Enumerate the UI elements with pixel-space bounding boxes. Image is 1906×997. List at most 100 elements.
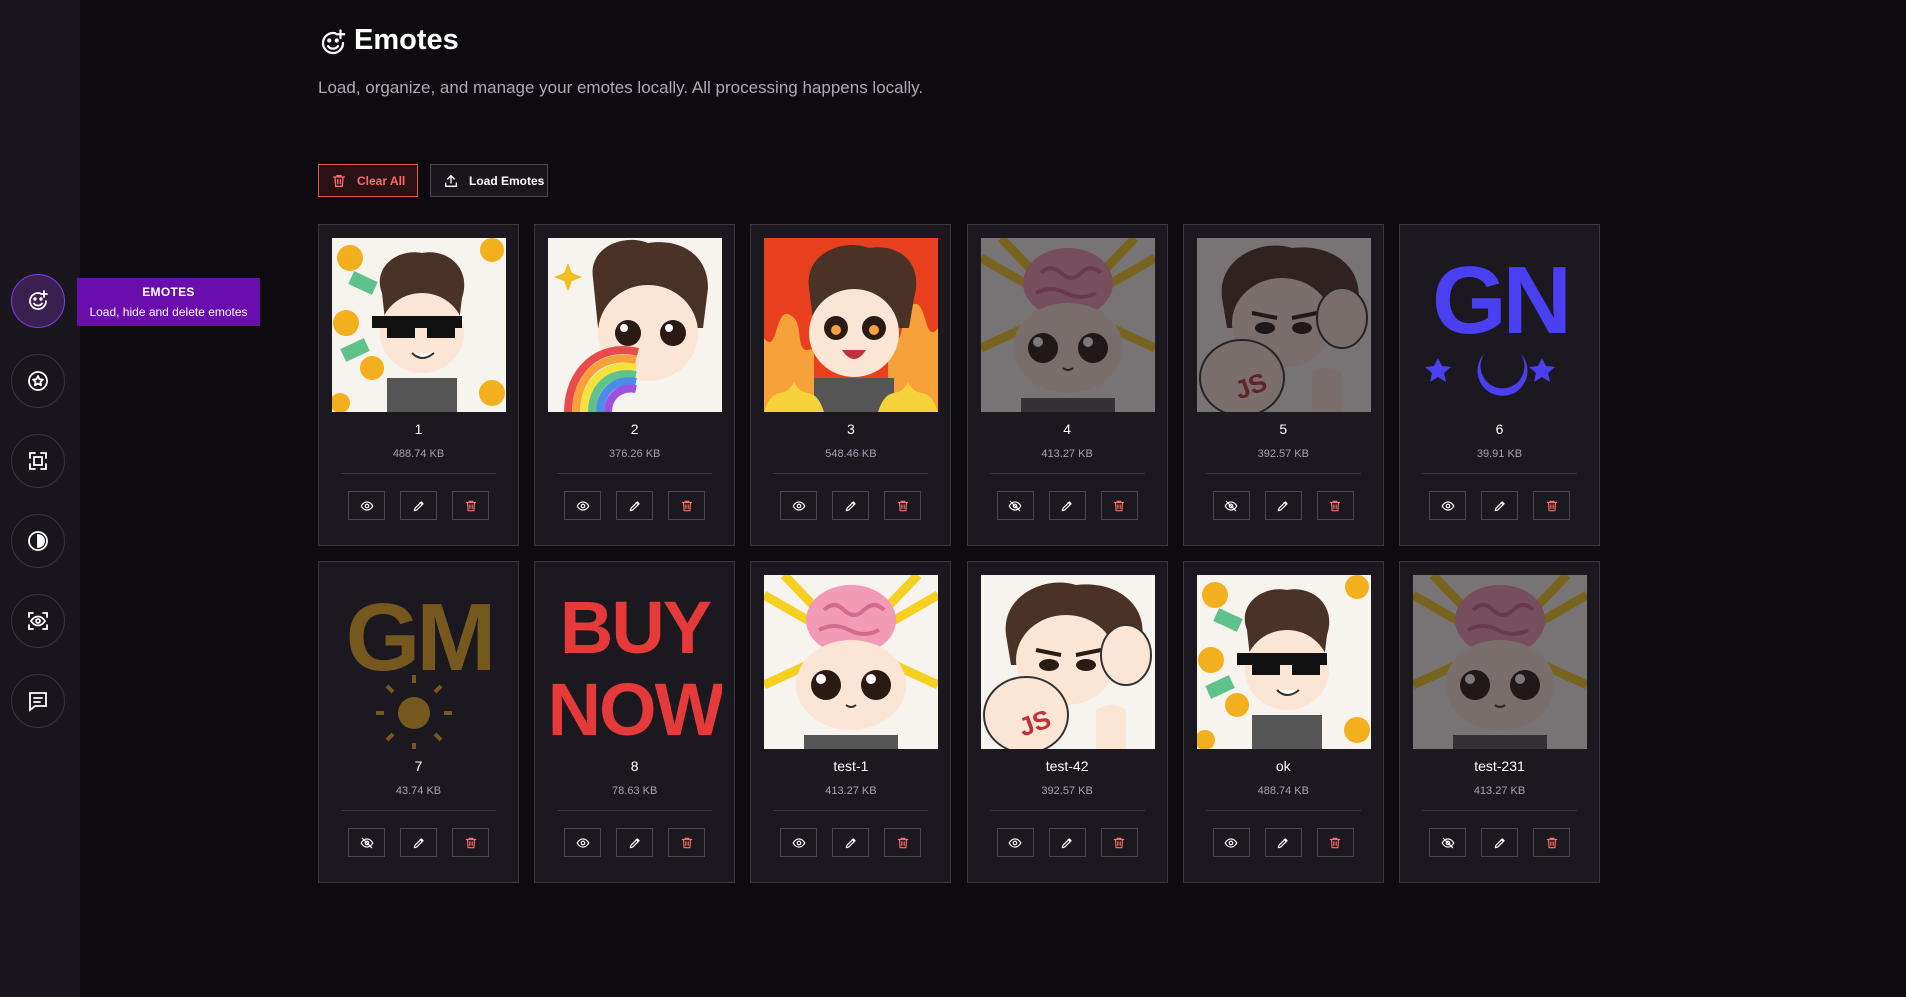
card-actions bbox=[319, 828, 518, 857]
edit-button[interactable] bbox=[616, 828, 654, 857]
delete-button[interactable] bbox=[668, 828, 706, 857]
delete-button[interactable] bbox=[884, 828, 922, 857]
clear-all-button[interactable]: Clear All bbox=[318, 164, 418, 197]
emote-size: 43.74 KB bbox=[395, 785, 442, 797]
edit-button[interactable] bbox=[1481, 828, 1518, 857]
pencil-icon bbox=[1494, 500, 1505, 511]
trash-icon bbox=[681, 837, 692, 848]
toggle-visibility-button[interactable] bbox=[996, 828, 1034, 857]
delete-button[interactable] bbox=[452, 491, 489, 520]
delete-button[interactable] bbox=[1533, 491, 1570, 520]
emote-name: ok bbox=[1275, 758, 1291, 774]
emote-image bbox=[764, 238, 939, 412]
card-divider bbox=[1422, 473, 1577, 474]
eye-icon bbox=[1440, 500, 1455, 511]
pencil-icon bbox=[1278, 500, 1288, 511]
delete-button[interactable] bbox=[1100, 491, 1138, 520]
emote-image: JS bbox=[980, 575, 1155, 749]
edit-button[interactable] bbox=[1048, 491, 1086, 520]
delete-button[interactable] bbox=[1100, 828, 1138, 857]
eye-off-icon bbox=[1440, 837, 1455, 848]
emote-name: 7 bbox=[414, 758, 423, 774]
edit-button[interactable] bbox=[616, 491, 654, 520]
emote-name: 1 bbox=[414, 421, 423, 437]
emote-name: test-231 bbox=[1474, 758, 1525, 774]
toggle-visibility-button[interactable] bbox=[564, 828, 602, 857]
emote-name: test-42 bbox=[1045, 758, 1089, 774]
pencil-icon bbox=[1061, 837, 1072, 848]
toggle-visibility-button[interactable] bbox=[348, 491, 385, 520]
edit-button[interactable] bbox=[1264, 491, 1302, 520]
toggle-visibility-button[interactable] bbox=[348, 828, 385, 857]
toggle-visibility-button[interactable] bbox=[564, 491, 602, 520]
card-actions bbox=[751, 828, 950, 857]
nav-preview-button[interactable] bbox=[11, 594, 65, 648]
card-divider bbox=[989, 810, 1145, 811]
card-actions bbox=[1400, 828, 1599, 857]
upload-icon bbox=[445, 174, 457, 187]
delete-button[interactable] bbox=[668, 491, 706, 520]
emote-card: test-1 413.27 KB bbox=[750, 561, 952, 883]
edit-button[interactable] bbox=[400, 828, 437, 857]
emote-name: 5 bbox=[1279, 421, 1288, 437]
emote-image bbox=[764, 575, 939, 749]
page-subtitle: Load, organize, and manage your emotes l… bbox=[318, 78, 924, 97]
card-divider bbox=[773, 810, 929, 811]
toggle-visibility-button[interactable] bbox=[1212, 491, 1250, 520]
message-lines-icon bbox=[29, 692, 47, 712]
card-actions bbox=[535, 828, 734, 857]
svg-text:GN: GN bbox=[1432, 247, 1568, 354]
svg-text:GM: GM bbox=[346, 584, 493, 691]
clear-all-label: Clear All bbox=[357, 173, 406, 188]
edit-button[interactable] bbox=[1264, 828, 1302, 857]
pencil-icon bbox=[629, 837, 640, 848]
edit-button[interactable] bbox=[1048, 828, 1086, 857]
eye-off-icon bbox=[1008, 500, 1022, 511]
nav-messages-button[interactable] bbox=[11, 674, 65, 728]
load-emotes-label: Load Emotes bbox=[469, 173, 545, 188]
emote-size: 413.27 KB bbox=[1041, 448, 1093, 460]
trash-icon bbox=[465, 500, 476, 511]
toggle-visibility-button[interactable] bbox=[1429, 491, 1466, 520]
delete-button[interactable] bbox=[884, 491, 922, 520]
trash-icon bbox=[897, 500, 909, 511]
svg-text:BUY: BUY bbox=[560, 586, 712, 669]
toggle-visibility-button[interactable] bbox=[996, 491, 1034, 520]
edit-button[interactable] bbox=[832, 491, 870, 520]
nav-badges-button[interactable] bbox=[11, 354, 65, 408]
delete-button[interactable] bbox=[1316, 491, 1354, 520]
toggle-visibility-button[interactable] bbox=[1212, 828, 1250, 857]
edit-button[interactable] bbox=[400, 491, 437, 520]
emote-size: 488.74 KB bbox=[392, 448, 445, 460]
toggle-visibility-button[interactable] bbox=[780, 491, 818, 520]
eye-icon bbox=[359, 500, 374, 511]
nav-emotes-button[interactable] bbox=[11, 274, 65, 328]
page-title: Emotes bbox=[354, 24, 459, 56]
edit-button[interactable] bbox=[832, 828, 870, 857]
delete-button[interactable] bbox=[1533, 828, 1570, 857]
emote-size: 413.27 KB bbox=[1473, 785, 1526, 797]
emote-size: 376.26 KB bbox=[609, 448, 661, 460]
card-actions bbox=[535, 491, 734, 520]
load-emotes-button[interactable]: Load Emotes bbox=[430, 164, 548, 197]
emote-image bbox=[1196, 575, 1371, 749]
emote-image: GN bbox=[1413, 238, 1587, 412]
image-resize-icon bbox=[29, 452, 47, 470]
emote-card: GN 6 39.91 KB bbox=[1399, 224, 1600, 546]
eye-icon bbox=[576, 837, 590, 848]
pencil-icon bbox=[1061, 500, 1072, 511]
nav-tooltip: EMOTES Load, hide and delete emotes bbox=[77, 278, 260, 326]
card-actions bbox=[968, 491, 1167, 520]
nav-resize-button[interactable] bbox=[11, 434, 65, 488]
emote-size: 548.46 KB bbox=[825, 448, 877, 460]
toggle-visibility-button[interactable] bbox=[780, 828, 818, 857]
edit-button[interactable] bbox=[1481, 491, 1518, 520]
eye-off-icon bbox=[1224, 500, 1238, 511]
delete-button[interactable] bbox=[1316, 828, 1354, 857]
pencil-icon bbox=[1278, 837, 1288, 848]
trash-icon bbox=[333, 174, 345, 187]
nav-contrast-button[interactable] bbox=[11, 514, 65, 568]
toggle-visibility-button[interactable] bbox=[1429, 828, 1466, 857]
delete-button[interactable] bbox=[452, 828, 489, 857]
emoji-plus-icon bbox=[29, 290, 48, 310]
